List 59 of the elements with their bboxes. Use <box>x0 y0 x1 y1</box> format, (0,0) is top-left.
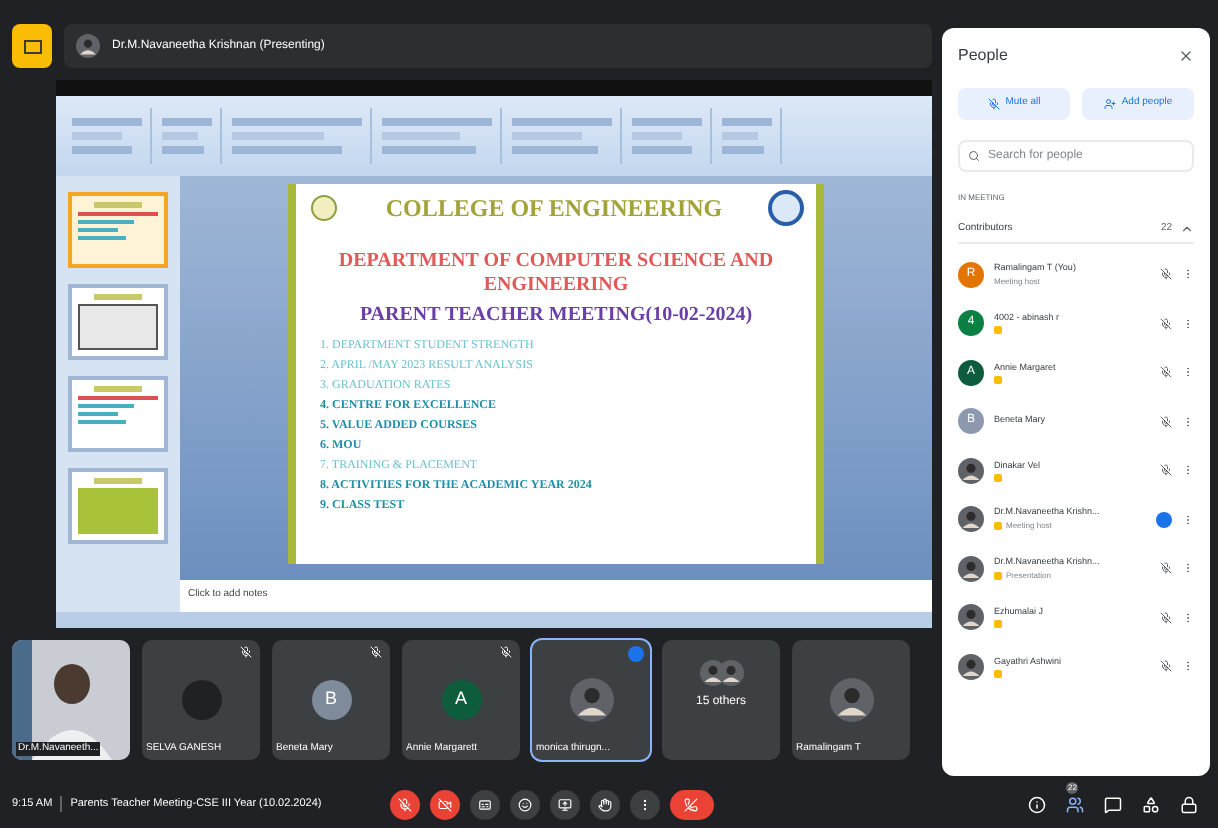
presentation-icon[interactable] <box>12 24 52 68</box>
college-logo-icon <box>308 192 340 224</box>
slide-thumbnail[interactable] <box>68 468 168 544</box>
captions-icon <box>477 797 492 811</box>
speaking-icon <box>628 646 644 662</box>
person-avatar-icon <box>717 660 743 686</box>
camera-off-button[interactable] <box>429 789 460 819</box>
department-heading: DEPARTMENT OF COMPUTER SCIENCE AND ENGINEERING <box>336 250 776 298</box>
panel-title: People <box>958 44 1008 68</box>
slide-title: COLLEGE OF ENGINEERING <box>385 192 723 226</box>
close-icon[interactable] <box>1178 48 1194 64</box>
mic-off-icon <box>500 646 512 658</box>
person-avatar-icon <box>958 506 984 533</box>
camera-icon <box>437 797 452 811</box>
activities-icon[interactable] <box>1142 795 1160 813</box>
mic-off-icon <box>1160 660 1172 673</box>
person-avatar-icon <box>958 604 984 631</box>
person-avatar-icon <box>76 34 100 58</box>
avatar: A <box>441 680 481 720</box>
mic-off-icon <box>1160 366 1172 379</box>
present-button[interactable] <box>549 789 580 819</box>
slide-thumbnail[interactable] <box>68 284 168 360</box>
people-icon[interactable] <box>1066 795 1084 813</box>
mic-off-icon <box>1160 317 1172 330</box>
slide-thumbnail[interactable] <box>68 192 168 268</box>
emblem-icon <box>767 190 804 226</box>
mic-off-icon <box>987 98 1000 110</box>
add-person-icon <box>1103 98 1116 110</box>
present-icon <box>557 797 572 811</box>
slide-thumbnail[interactable] <box>68 376 168 452</box>
hand-icon <box>597 797 612 811</box>
mic-off-icon <box>1160 562 1172 575</box>
emoji-icon <box>517 797 532 811</box>
mic-off-icon <box>1160 415 1172 428</box>
lock-icon[interactable] <box>1180 795 1198 813</box>
mic-off-icon <box>1160 611 1172 624</box>
person-avatar-icon <box>958 555 984 582</box>
mic-off-icon <box>1160 268 1172 281</box>
person-avatar-icon <box>958 457 984 484</box>
info-icon[interactable] <box>1028 795 1046 813</box>
chat-icon[interactable] <box>1104 795 1122 813</box>
emoji-button[interactable] <box>509 789 540 819</box>
mic-off-icon <box>240 646 252 658</box>
avatar: B <box>311 680 351 720</box>
mic-icon <box>397 797 412 811</box>
chevron-up-icon <box>1180 222 1194 236</box>
person-avatar-icon <box>569 678 613 722</box>
meeting-heading: PARENT TEACHER MEETING(10-02-2024) <box>359 302 753 330</box>
end-call-button[interactable] <box>669 789 714 819</box>
person-avatar-icon <box>958 653 984 680</box>
captions-button[interactable] <box>469 789 500 819</box>
mic-off-button[interactable] <box>389 789 420 819</box>
end-icon <box>684 797 699 811</box>
person-avatar-icon <box>829 678 873 722</box>
search-icon <box>968 150 980 162</box>
speaking-icon <box>1156 511 1172 528</box>
raise-hand-button[interactable] <box>589 789 620 819</box>
mic-off-icon <box>1160 464 1172 477</box>
mic-off-icon <box>370 646 382 658</box>
